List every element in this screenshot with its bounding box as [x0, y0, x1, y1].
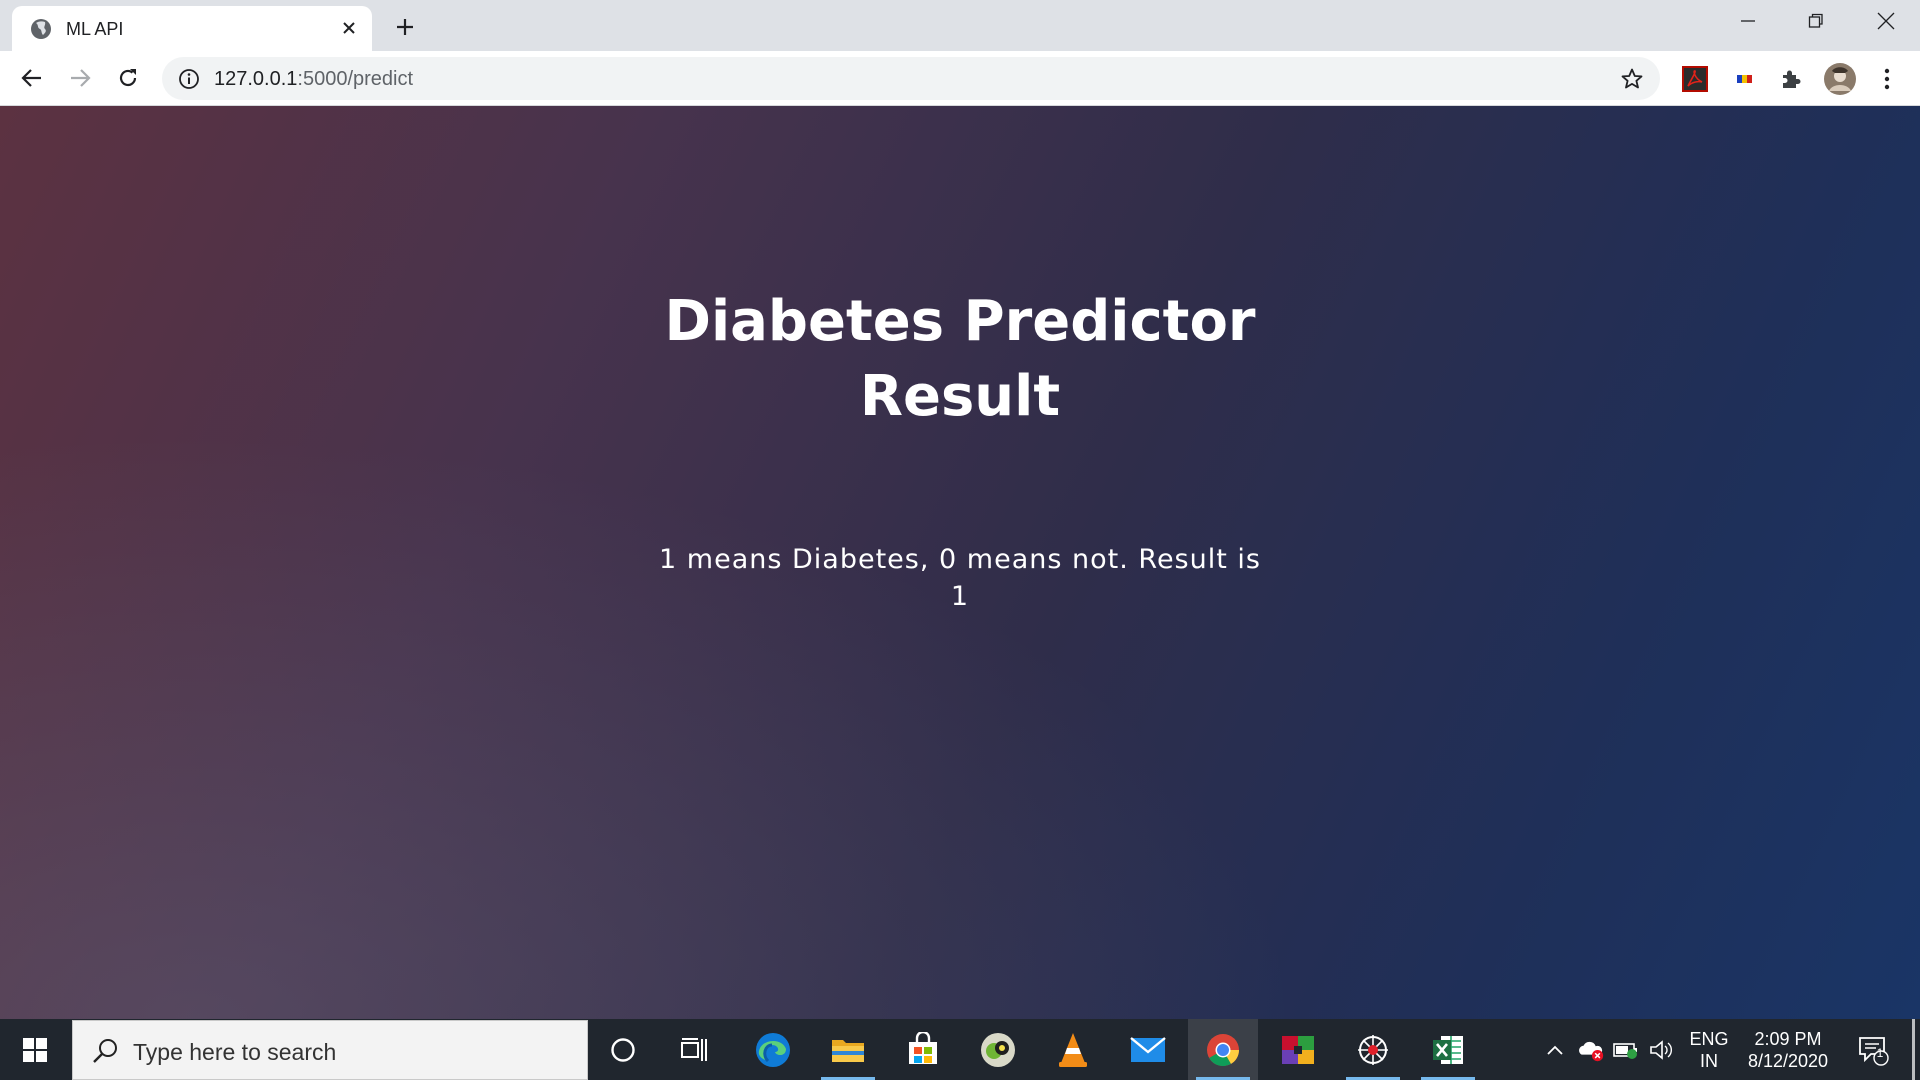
globe-icon — [30, 18, 52, 40]
battery-icon[interactable] — [1612, 1036, 1640, 1064]
taskbar: Type here to search ENG IN 2:09 PM 8/12/… — [0, 1019, 1920, 1080]
show-desktop-button[interactable] — [1912, 1019, 1915, 1080]
onedrive-error-icon[interactable] — [1577, 1036, 1605, 1064]
search-placeholder: Type here to search — [133, 1039, 337, 1065]
file-explorer-icon[interactable] — [813, 1019, 883, 1080]
bookmark-star-icon[interactable] — [1620, 67, 1644, 91]
cortana-icon[interactable] — [588, 1019, 658, 1080]
vlc-icon[interactable] — [1038, 1019, 1108, 1080]
close-tab-icon[interactable] — [337, 16, 361, 40]
notification-count: 1 — [1876, 1046, 1884, 1060]
chevron-up-icon[interactable] — [1541, 1036, 1569, 1064]
prediction-result: 1 means Diabetes, 0 means not. Result is… — [0, 541, 1920, 615]
mail-icon[interactable] — [1113, 1019, 1183, 1080]
browser-toolbar: 127.0.0.1:5000/predict — [0, 51, 1920, 106]
language-indicator[interactable]: ENG IN — [1684, 1028, 1734, 1072]
result-explanation: 1 means Diabetes, 0 means not. Result is — [659, 544, 1261, 575]
back-button[interactable] — [14, 60, 50, 96]
tab-strip: ML API — [0, 0, 1920, 51]
acrobat-icon[interactable] — [1680, 64, 1710, 94]
puzzle-icon[interactable] — [1776, 64, 1806, 94]
clock-date: 8/12/2020 — [1747, 1051, 1829, 1071]
taskbar-search[interactable]: Type here to search — [72, 1020, 588, 1080]
excel-icon[interactable] — [1413, 1019, 1483, 1080]
page-content: Diabetes Predictor Result 1 means Diabet… — [0, 106, 1920, 1019]
notification-icon[interactable]: 1 — [1856, 1033, 1890, 1067]
forward-button[interactable] — [62, 60, 98, 96]
page-title-line2: Result — [859, 364, 1061, 429]
edge-icon[interactable] — [738, 1019, 808, 1080]
info-icon[interactable] — [178, 68, 200, 90]
store-icon[interactable] — [888, 1019, 958, 1080]
office-icon[interactable] — [1263, 1019, 1333, 1080]
reload-button[interactable] — [110, 60, 146, 96]
start-button[interactable] — [0, 1019, 70, 1080]
minimize-button[interactable] — [1714, 0, 1782, 42]
volume-icon[interactable] — [1647, 1036, 1675, 1064]
chrome-icon[interactable] — [1188, 1019, 1258, 1080]
result-value: 1 — [950, 581, 970, 612]
address-bar[interactable]: 127.0.0.1:5000/predict — [162, 57, 1660, 100]
clock-time: 2:09 PM — [1754, 1029, 1822, 1049]
clock[interactable]: 2:09 PM 8/12/2020 — [1738, 1028, 1838, 1072]
restore-button[interactable] — [1782, 0, 1850, 42]
language-code: ENG — [1689, 1029, 1729, 1049]
task-view-icon[interactable] — [660, 1019, 730, 1080]
network-tool-icon[interactable] — [1338, 1019, 1408, 1080]
page-title: Diabetes Predictor Result — [0, 284, 1920, 434]
page-title-line1: Diabetes Predictor — [664, 289, 1256, 354]
menu-icon[interactable] — [1872, 64, 1902, 94]
tab-title: ML API — [66, 19, 124, 39]
close-window-button[interactable] — [1852, 0, 1920, 42]
app-icon[interactable] — [963, 1019, 1033, 1080]
url-text[interactable]: 127.0.0.1:5000/predict — [214, 68, 413, 90]
region-code: IN — [1700, 1051, 1718, 1071]
url-path: :5000/predict — [297, 68, 414, 90]
browser-tab[interactable]: ML API — [12, 6, 372, 51]
windows-icon — [23, 1037, 47, 1062]
flag-extension-icon[interactable] — [1730, 64, 1760, 94]
profile-avatar[interactable] — [1823, 62, 1857, 96]
url-host: 127.0.0.1 — [214, 68, 298, 90]
search-icon — [91, 1037, 119, 1065]
new-tab-button[interactable] — [390, 12, 420, 42]
